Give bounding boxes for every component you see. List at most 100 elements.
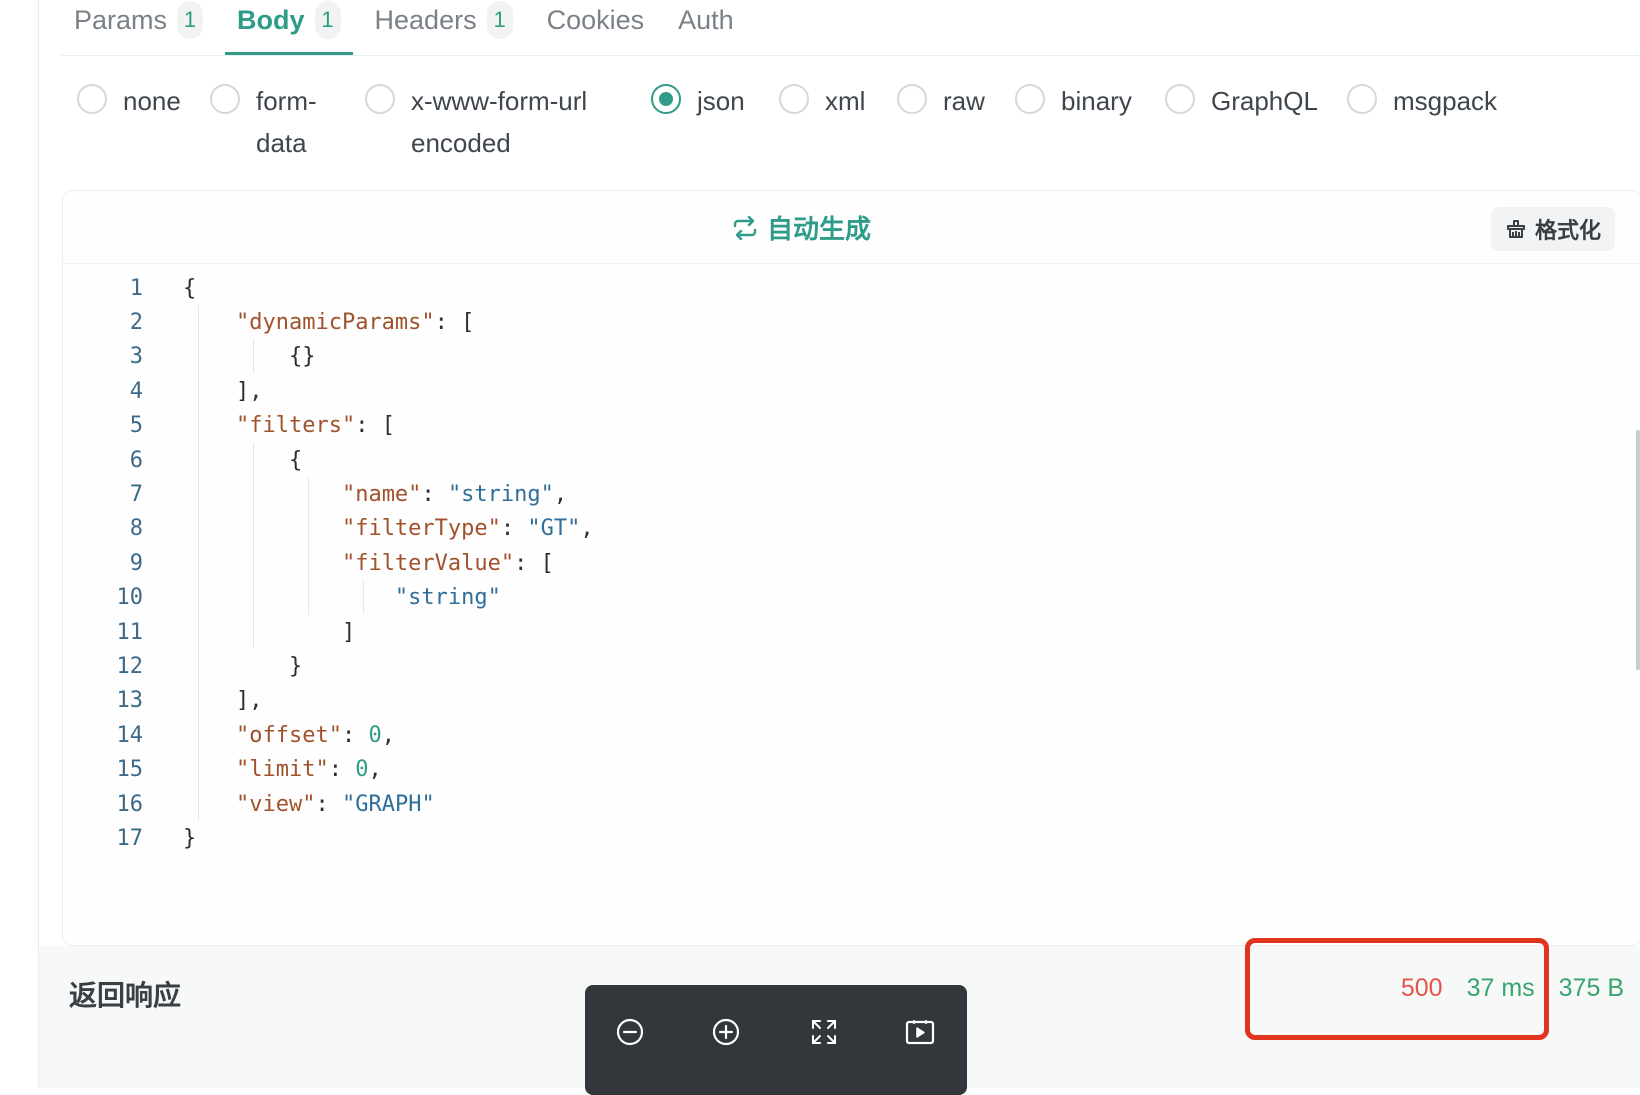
radio-icon: [365, 84, 395, 114]
radio-icon: [779, 84, 809, 114]
body-type-raw[interactable]: raw: [897, 80, 985, 122]
code-line: 3 {}: [63, 340, 1640, 374]
body-type-graphql[interactable]: GraphQL: [1165, 80, 1318, 122]
tab-body[interactable]: Body 1: [225, 0, 352, 55]
editor-header: 自动生成 格式化: [63, 191, 1640, 264]
line-number: 16: [116, 791, 144, 817]
count-badge: 1: [314, 1, 341, 39]
line-number: 12: [116, 653, 144, 679]
line-text: "view": "GRAPH": [235, 791, 435, 817]
line-number: 11: [116, 619, 144, 645]
code-line: 17}: [63, 821, 1640, 855]
code-line: 1{: [63, 271, 1640, 305]
line-number: 10: [116, 585, 144, 611]
line-text: }: [183, 653, 303, 679]
line-text: "filterType": "GT",: [341, 516, 594, 542]
tab-label: Cookies: [546, 4, 645, 35]
zoom-out-icon[interactable]: [613, 1015, 647, 1049]
json-editor[interactable]: 自动生成 格式化 1{ 2 "dynamicParams": [ 3 {} 4 …: [62, 190, 1640, 946]
tab-auth[interactable]: Auth: [678, 0, 734, 40]
count-badge: 1: [177, 1, 204, 39]
line-text: "offset": 0,: [235, 722, 395, 748]
code-line: 10 "string": [63, 581, 1640, 615]
line-number: 4: [129, 378, 143, 404]
play-icon[interactable]: [903, 1015, 937, 1049]
line-text: {}: [183, 344, 316, 370]
body-type-json[interactable]: json: [651, 80, 745, 122]
code-area[interactable]: 1{ 2 "dynamicParams": [ 3 {} 4 ], 5 "fil…: [63, 271, 1640, 856]
zoom-in-icon[interactable]: [709, 1015, 743, 1049]
line-text: "dynamicParams": [: [235, 310, 475, 336]
fullscreen-icon[interactable]: [807, 1015, 841, 1049]
tab-headers[interactable]: Headers 1: [375, 0, 513, 40]
auto-generate-button[interactable]: 自动生成: [731, 209, 871, 246]
line-number: 14: [116, 722, 144, 748]
body-type-x-www-form-urlencoded[interactable]: x-www-form-urlencoded: [365, 80, 591, 164]
radio-icon: [210, 84, 240, 114]
tab-params[interactable]: Params 1: [74, 0, 204, 40]
line-number: 15: [116, 757, 144, 783]
line-number: 5: [129, 413, 143, 439]
radio-icon: [1165, 84, 1195, 114]
left-rail: [0, 0, 39, 1088]
scrollbar[interactable]: [1636, 430, 1640, 670]
line-number: 8: [129, 516, 143, 542]
code-line: 8 "filterType": "GT",: [63, 512, 1640, 546]
line-text: "filterValue": [: [341, 550, 554, 576]
line-text: {: [183, 275, 197, 301]
floating-toolbar: [585, 985, 967, 1095]
format-label: 格式化: [1534, 218, 1601, 243]
code-line: 11 ]: [63, 615, 1640, 649]
tab-label: Auth: [678, 4, 734, 35]
line-number: 9: [129, 550, 143, 576]
radio-icon: [1347, 84, 1377, 114]
line-number: 13: [116, 688, 144, 714]
response-time: 37 ms: [1466, 974, 1535, 1002]
line-text: }: [183, 825, 197, 851]
code-line: 13 ],: [63, 684, 1640, 718]
line-number: 7: [129, 482, 143, 508]
count-badge: 1: [486, 1, 513, 39]
radio-icon: [77, 84, 107, 114]
code-line: 7 "name": "string",: [63, 477, 1640, 511]
response-title: 返回响应: [69, 980, 182, 1011]
tab-label: Body: [237, 4, 305, 35]
radio-icon: [1015, 84, 1045, 114]
body-type-label: xml: [825, 86, 866, 116]
response-status: 500 37 ms 375 B: [1377, 974, 1624, 1003]
body-type-label: x-www-form-urlencoded: [411, 86, 588, 158]
line-text: "filters": [: [235, 413, 395, 439]
tab-label: Params: [74, 4, 168, 35]
repeat-icon: [731, 215, 759, 240]
line-number: 17: [116, 825, 144, 851]
line-text: "name": "string",: [341, 482, 568, 508]
radio-icon: [897, 84, 927, 114]
code-line: 12 }: [63, 649, 1640, 683]
response-size: 375 B: [1558, 974, 1624, 1002]
body-type-label: raw: [943, 86, 985, 116]
request-panel: Params 1 Body 1 Headers 1 Cookies Auth n…: [39, 0, 1640, 1088]
body-type-label: GraphQL: [1211, 86, 1318, 116]
body-type-label: none: [123, 86, 181, 116]
code-line: 6 {: [63, 443, 1640, 477]
code-line: 15 "limit": 0,: [63, 752, 1640, 786]
body-type-msgpack[interactable]: msgpack: [1347, 80, 1497, 122]
body-type-binary[interactable]: binary: [1015, 80, 1132, 122]
format-button[interactable]: 格式化: [1490, 207, 1615, 251]
line-number: 2: [129, 310, 143, 336]
radio-icon: [651, 84, 681, 114]
tab-cookies[interactable]: Cookies: [547, 0, 645, 40]
body-type-none[interactable]: none: [77, 80, 181, 122]
code-line: 5 "filters": [: [63, 409, 1640, 443]
code-line: 4 ],: [63, 374, 1640, 408]
body-type-xml[interactable]: xml: [779, 80, 865, 122]
body-type-label: binary: [1061, 86, 1132, 116]
tab-label: Headers: [374, 4, 477, 35]
body-type-label: json: [697, 86, 745, 116]
status-code: 500: [1400, 974, 1443, 1002]
tabs-divider: [61, 55, 1640, 56]
body-type-form-data[interactable]: form-data: [210, 80, 328, 164]
line-number: 1: [129, 275, 143, 301]
brush-icon: [1505, 218, 1527, 240]
line-text: "string": [394, 585, 501, 611]
